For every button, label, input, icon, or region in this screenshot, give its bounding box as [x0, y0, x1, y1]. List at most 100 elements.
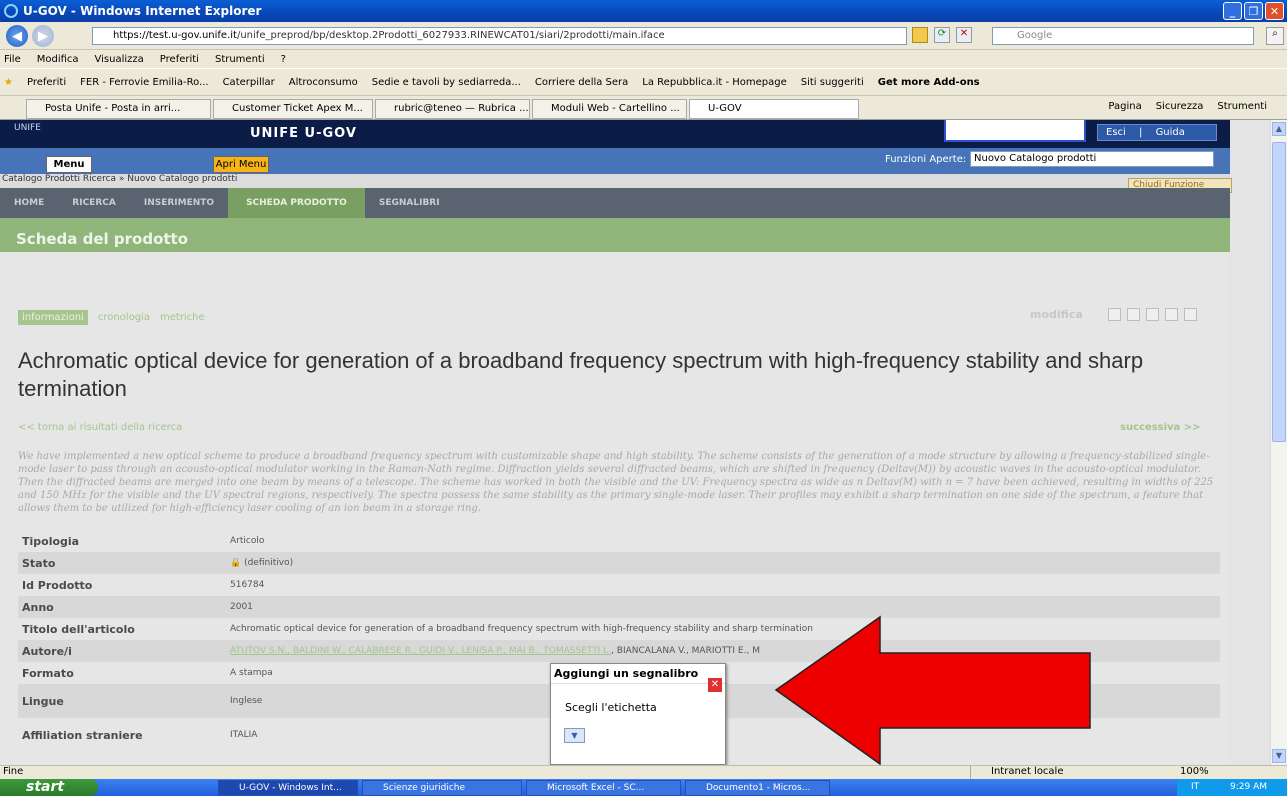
address-input[interactable]: https://test.u-gov.unife.it/unife_prepro…: [92, 27, 907, 45]
tab-ugov[interactable]: U-GOV: [689, 99, 859, 119]
menu-visualizza[interactable]: Visualizza: [95, 54, 144, 65]
menu-file[interactable]: File: [4, 54, 21, 65]
menu-help[interactable]: ?: [281, 54, 286, 65]
tab-ricerca[interactable]: RICERCA: [58, 188, 130, 218]
table-row: Tipologia Articolo: [18, 530, 1220, 552]
menu-preferiti[interactable]: Preferiti: [160, 54, 199, 65]
app-nav: HOME RICERCA INSERIMENTO SCHEDA PRODOTTO…: [0, 188, 1230, 218]
export-icon[interactable]: [1108, 308, 1121, 321]
language-indicator[interactable]: IT: [1191, 782, 1199, 792]
taskbar: start U-GOV - Windows Int... Scienze giu…: [0, 779, 1287, 796]
field-value: , BIANCALANA V., MARIOTTI E., M: [611, 646, 760, 656]
field-label: Stato: [22, 556, 56, 570]
table-row: Titolo dell'articolo Achromatic optical d…: [18, 618, 1220, 640]
next-link[interactable]: successiva >>: [1120, 422, 1201, 433]
funzioni-label: Funzioni Aperte:: [885, 154, 967, 165]
table-row: Autore/i ATUTOV S.N., BALDINI W., CALABRE…: [18, 640, 1220, 662]
refresh-icon[interactable]: ⟳: [934, 27, 950, 43]
field-label: Tipologia: [22, 534, 80, 548]
field-value: Achromatic optical device for generation…: [230, 624, 813, 634]
scroll-up-icon[interactable]: ▲: [1272, 122, 1286, 136]
address-toolbar: ◀ ▶ https://test.u-gov.unife.it/unife_pr…: [0, 22, 1287, 50]
modifica-link[interactable]: modifica: [1030, 308, 1083, 321]
window-title: U-GOV - Windows Internet Explorer: [23, 4, 262, 18]
minimize-button[interactable]: _: [1223, 2, 1242, 20]
tab-scheda-prodotto[interactable]: SCHEDA PRODOTTO: [228, 188, 365, 218]
fav-item[interactable]: Corriere della Sera: [535, 77, 628, 88]
field-label: Formato: [22, 666, 74, 680]
task-ugov[interactable]: U-GOV - Windows Int...: [218, 780, 358, 796]
close-button[interactable]: ✕: [1265, 2, 1284, 20]
tab-inserimento[interactable]: INSERIMENTO: [130, 188, 228, 218]
label-select[interactable]: ▼: [564, 728, 585, 743]
fav-item[interactable]: Get more Add-ons: [878, 77, 980, 88]
browser-tab-bar: Posta Unife - Posta in arri... Customer …: [0, 96, 1287, 120]
url-path: /unife_preprod/bp/desktop.2Prodotti_6027…: [236, 30, 665, 41]
field-label: Anno: [22, 600, 54, 614]
search-input[interactable]: Google: [992, 27, 1254, 45]
start-button[interactable]: start: [0, 779, 98, 796]
tab-metriche[interactable]: metriche: [160, 312, 205, 323]
field-label: Affiliation straniere: [22, 728, 143, 742]
tab-moduli-web[interactable]: Moduli Web - Cartellino ...: [532, 99, 687, 119]
fav-item[interactable]: Siti suggeriti: [801, 77, 864, 88]
pdf-icon[interactable]: [1165, 308, 1178, 321]
task-excel[interactable]: Microsoft Excel - SC...: [526, 780, 681, 796]
tab-segnalibri[interactable]: SEGNALIBRI: [365, 188, 454, 218]
table-row: Stato 🔒 (definitivo): [18, 552, 1220, 574]
field-label: Lingue: [22, 694, 64, 708]
guida-link[interactable]: Guida: [1156, 127, 1185, 138]
tab-home[interactable]: HOME: [0, 188, 58, 218]
search-icon[interactable]: ⌕: [1266, 27, 1284, 45]
close-icon[interactable]: ✕: [708, 678, 722, 692]
task-scienze[interactable]: Scienze giuridiche: [362, 780, 522, 796]
author-links[interactable]: ATUTOV S.N., BALDINI W., CALABRESE R., G…: [230, 646, 611, 656]
app-header: UNIFE UNIFE U-GOV Esci | Guida: [0, 120, 1230, 148]
table-row: Anno 2001: [18, 596, 1220, 618]
app-title: UNIFE U-GOV: [250, 126, 357, 141]
print-icon[interactable]: [1146, 308, 1159, 321]
lock-icon[interactable]: [912, 27, 928, 43]
back-button[interactable]: ◀: [6, 25, 28, 47]
tool-sicurezza[interactable]: Sicurezza: [1156, 101, 1204, 112]
menu-modifica[interactable]: Modifica: [37, 54, 79, 65]
table-row: Id Prodotto 516784: [18, 574, 1220, 596]
fav-item[interactable]: Caterpillar: [223, 77, 275, 88]
forward-button[interactable]: ▶: [32, 25, 54, 47]
vertical-scrollbar[interactable]: ▲ ▼: [1270, 120, 1287, 765]
menu-button[interactable]: Menu: [46, 156, 92, 173]
doc-icon[interactable]: [1184, 308, 1197, 321]
fav-item[interactable]: Sedie e tavoli by sediarreda...: [372, 77, 521, 88]
tab-informazioni[interactable]: informazioni: [18, 310, 88, 325]
field-value: (definitivo): [244, 558, 294, 568]
field-value: 2001: [230, 602, 253, 612]
stop-icon[interactable]: ✕: [956, 27, 972, 43]
field-value: Articolo: [230, 536, 265, 546]
view-icon[interactable]: [1127, 308, 1140, 321]
field-value-wrap: ATUTOV S.N., BALDINI W., CALABRESE R., G…: [230, 646, 1220, 656]
tab-customer-ticket[interactable]: Customer Ticket Apex M...: [213, 99, 373, 119]
tab-rubrica[interactable]: rubric@teneo — Rubrica ...: [375, 99, 530, 119]
tool-strumenti[interactable]: Strumenti: [1217, 101, 1267, 112]
tool-pagina[interactable]: Pagina: [1108, 101, 1141, 112]
maximize-button[interactable]: ❐: [1244, 2, 1263, 20]
menu-strumenti[interactable]: Strumenti: [215, 54, 265, 65]
menu-band: Menu Apri Menu Funzioni Aperte: Nuovo Ca…: [0, 148, 1230, 174]
back-to-results-link[interactable]: << torna ai risultati della ricerca: [18, 422, 182, 433]
fav-preferiti[interactable]: Preferiti: [27, 77, 66, 88]
task-word[interactable]: Documento1 - Micros...: [685, 780, 830, 796]
fav-star-icon[interactable]: ★: [4, 77, 13, 88]
fav-item[interactable]: Altroconsumo: [289, 77, 358, 88]
fav-item[interactable]: FER - Ferrovie Emilia-Ro...: [80, 77, 208, 88]
scroll-down-icon[interactable]: ▼: [1272, 749, 1286, 763]
section-title: Scheda del prodotto: [0, 218, 1230, 252]
tab-posta[interactable]: Posta Unife - Posta in arri...: [26, 99, 211, 119]
field-label: Id Prodotto: [22, 578, 93, 592]
scroll-thumb[interactable]: [1272, 142, 1286, 442]
apri-menu-button[interactable]: Apri Menu: [213, 156, 269, 173]
fav-item[interactable]: La Repubblica.it - Homepage: [642, 77, 786, 88]
tab-cronologia[interactable]: cronologia: [98, 312, 150, 323]
zoom-level[interactable]: 100%: [1180, 766, 1209, 777]
funzioni-select[interactable]: Nuovo Catalogo prodotti: [970, 151, 1214, 167]
esci-link[interactable]: Esci: [1106, 127, 1126, 138]
